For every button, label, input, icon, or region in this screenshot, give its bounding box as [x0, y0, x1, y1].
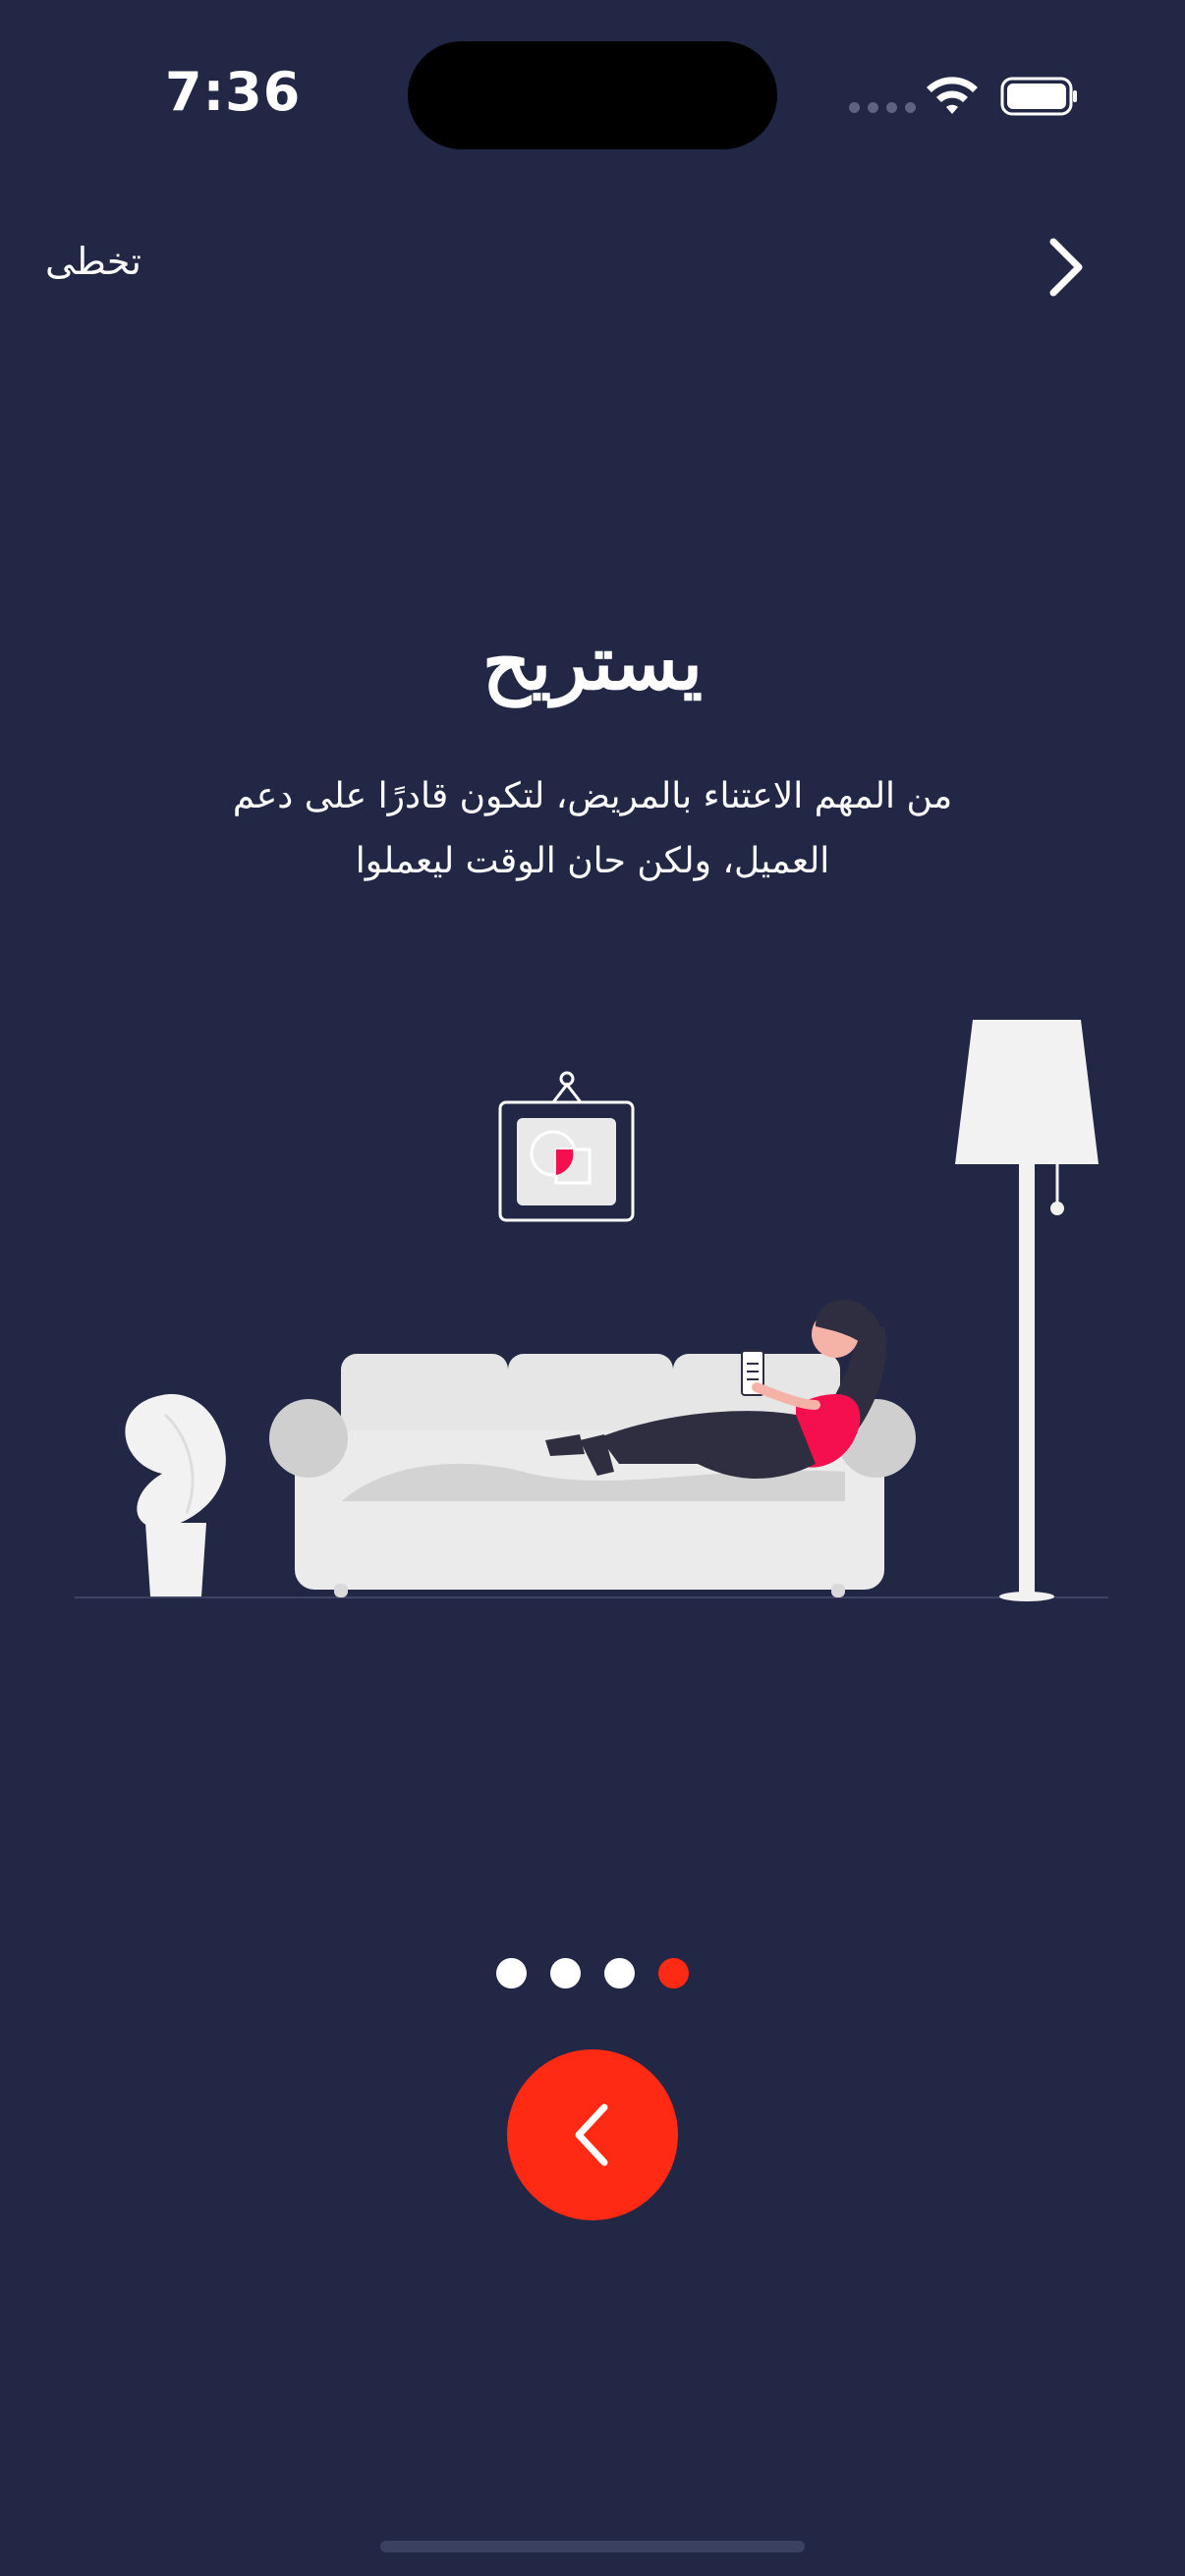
plant-icon	[125, 1394, 226, 1596]
description-line-1: من المهم الاعتناء بالمريض، لتكون قادرًا …	[232, 776, 953, 816]
page-dot-1[interactable]	[496, 1958, 527, 1988]
skip-button[interactable]: تخطى	[45, 240, 141, 283]
cellular-signal-icon	[849, 102, 916, 113]
battery-icon	[1000, 77, 1077, 116]
description-line-2: العميل، ولكن حان الوقت ليعملوا	[355, 841, 830, 881]
page-dot-3[interactable]	[604, 1958, 635, 1988]
page-description: من المهم الاعتناء بالمريض، لتكون قادرًا …	[199, 764, 986, 894]
sofa-icon	[269, 1354, 916, 1597]
back-button[interactable]	[507, 2049, 678, 2220]
page-indicator	[0, 1958, 1185, 1988]
status-time: 7:36	[165, 61, 302, 123]
page-dot-4-active[interactable]	[658, 1958, 689, 1988]
page-dot-2[interactable]	[550, 1958, 581, 1988]
wall-picture-icon	[498, 1071, 635, 1222]
home-indicator	[380, 2541, 805, 2552]
floor-lamp-icon	[955, 1020, 1099, 1601]
dynamic-island	[408, 41, 777, 149]
chevron-right-icon[interactable]	[1044, 236, 1089, 299]
wifi-icon	[927, 77, 978, 114]
page-title: يستريح	[481, 619, 704, 706]
relaxing-illustration	[75, 1020, 1108, 1601]
chevron-left-icon	[575, 2103, 608, 2166]
